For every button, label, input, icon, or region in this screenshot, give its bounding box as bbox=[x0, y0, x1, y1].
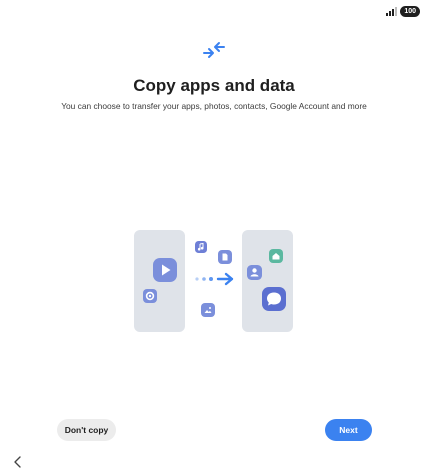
play-icon bbox=[153, 258, 177, 282]
battery-badge: 100 bbox=[400, 6, 420, 17]
transfer-arrow-icon bbox=[195, 272, 234, 286]
file-icon bbox=[218, 250, 232, 264]
target-phone-illustration bbox=[242, 230, 293, 332]
contact-icon bbox=[247, 265, 262, 280]
chevron-left-icon[interactable] bbox=[13, 456, 23, 468]
next-button[interactable]: Next bbox=[325, 419, 372, 441]
transfer-arrows-icon bbox=[203, 42, 225, 58]
dont-copy-button[interactable]: Don't copy bbox=[57, 419, 116, 441]
message-icon bbox=[262, 287, 286, 311]
settings-icon bbox=[143, 289, 157, 303]
music-icon bbox=[195, 241, 207, 253]
page-subtitle: You can choose to transfer your apps, ph… bbox=[61, 101, 367, 111]
photo-icon bbox=[201, 303, 215, 317]
home-icon bbox=[269, 249, 283, 263]
signal-icon bbox=[386, 7, 398, 16]
status-bar: 100 bbox=[386, 6, 420, 17]
page-title: Copy apps and data bbox=[133, 76, 295, 95]
